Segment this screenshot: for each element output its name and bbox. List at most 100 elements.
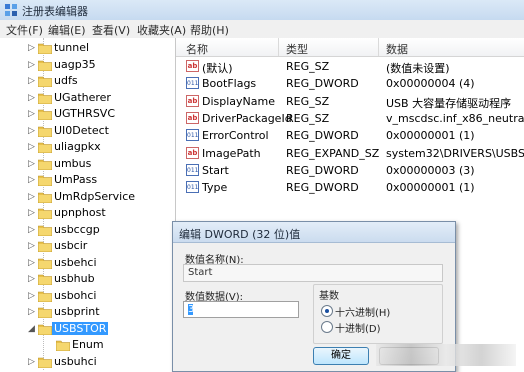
collapsed-arrow-icon[interactable]: ▷ (28, 175, 35, 185)
folder-icon (38, 175, 52, 186)
folder-icon (38, 142, 52, 153)
tree-item[interactable]: ▷ usbehci (0, 254, 175, 272)
value-type: REG_SZ (286, 94, 330, 108)
tree-item[interactable]: ▷ uagp35 (0, 56, 175, 74)
tree-item-label: UGatherer (54, 90, 111, 104)
folder-icon (38, 43, 52, 54)
value-name: Start (202, 163, 229, 177)
expanded-arrow-icon[interactable]: ◢ (28, 324, 35, 334)
column-divider[interactable] (278, 38, 279, 56)
radio-decimal[interactable] (321, 321, 333, 333)
tree-item[interactable]: ▷ upnphost (0, 204, 175, 222)
folder-icon (38, 192, 52, 203)
tree-item-label: upnphost (54, 206, 106, 219)
folder-icon (38, 208, 52, 219)
tree-item-label: uagp35 (54, 57, 96, 71)
collapsed-arrow-icon[interactable]: ▷ (28, 307, 35, 317)
collapsed-arrow-icon[interactable]: ▷ (28, 109, 35, 119)
registry-value-row[interactable]: 011 ErrorControl REG_DWORD 0x00000001 (1) (176, 127, 524, 144)
collapsed-arrow-icon[interactable]: ▷ (28, 76, 35, 86)
tree-item[interactable]: ▷ uliagpkx (0, 138, 175, 156)
folder-icon (38, 307, 52, 318)
radio-hex-label[interactable]: 十六进制(H) (335, 304, 390, 319)
value-data-input[interactable]: 3 (183, 301, 299, 318)
tree-item[interactable]: ▷ usbohci (0, 287, 175, 305)
value-data: 0x00000001 (1) (386, 181, 475, 195)
registry-value-row[interactable]: 011 Start REG_DWORD 0x00000003 (3) (176, 162, 524, 179)
menu-file[interactable]: 文件(F) (6, 22, 43, 38)
menu-help[interactable]: 帮助(H) (190, 22, 229, 38)
tree-item-label: Enum (72, 338, 104, 351)
radio-decimal-label[interactable]: 十进制(D) (335, 320, 381, 335)
registry-tree[interactable]: ▷ tunnel ▷ uagp35 ▷ udfs ▷ UGatherer ▷ UGTHRSVC ▷ U… (0, 38, 176, 370)
collapsed-arrow-icon[interactable]: ▷ (28, 60, 35, 70)
tree-item-label: UI0Detect (54, 123, 109, 137)
collapsed-arrow-icon[interactable]: ▷ (28, 126, 35, 136)
binary-value-icon: 011 (186, 77, 199, 90)
tree-item-label: tunnel (54, 41, 90, 54)
binary-value-icon: 011 (186, 163, 199, 176)
registry-value-row[interactable]: ab DisplayName REG_SZ USB 大容量存储驱动程序 (176, 93, 524, 110)
value-type: REG_DWORD (286, 163, 359, 177)
tree-item[interactable]: ▷ UmRdpService (0, 188, 175, 206)
registry-value-row[interactable]: ab (默认) REG_SZ (数值未设置) (176, 58, 524, 75)
tree-item-label: udfs (54, 74, 78, 87)
menu-favorites[interactable]: 收藏夹(A) (137, 22, 186, 38)
value-name: DisplayName (202, 94, 275, 108)
tree-item[interactable]: ▷ usbuhci (0, 353, 175, 371)
folder-icon (38, 126, 52, 137)
radio-hex[interactable] (321, 305, 333, 317)
tree-item[interactable]: ▷ usbccgp (0, 221, 175, 239)
value-data: 0x00000004 (4) (386, 77, 475, 91)
column-header-data[interactable]: 数据 (386, 41, 408, 57)
column-divider[interactable] (378, 38, 379, 56)
collapsed-arrow-icon[interactable]: ▷ (28, 258, 35, 268)
value-name: DriverPackageId (202, 111, 292, 125)
tree-item[interactable]: ▷ umbus (0, 155, 175, 173)
registry-value-row[interactable]: ab ImagePath REG_EXPAND_SZ system32\DRIVERS… (176, 145, 524, 162)
tree-item-label: uliagpkx (54, 140, 101, 153)
tree-item[interactable]: ▷ UGatherer (0, 89, 175, 107)
tree-item-label: UGTHRSVC (54, 107, 116, 120)
registry-value-row[interactable]: 011 Type REG_DWORD 0x00000001 (1) (176, 179, 524, 196)
collapsed-arrow-icon[interactable]: ▷ (28, 142, 35, 152)
column-header-type[interactable]: 类型 (286, 41, 308, 57)
registry-value-row[interactable]: ab DriverPackageId REG_SZ v_mscdsc.inf_x86_… (176, 110, 524, 127)
tree-item[interactable]: ▷ UGTHRSVC (0, 105, 175, 123)
collapsed-arrow-icon[interactable]: ▷ (28, 274, 35, 284)
tree-item[interactable]: ▷ usbprint (0, 303, 175, 321)
value-name: Type (202, 181, 228, 195)
binary-value-icon: 011 (186, 181, 199, 194)
collapsed-arrow-icon[interactable]: ▷ (28, 225, 35, 235)
tree-item[interactable]: ▷ udfs (0, 72, 175, 90)
collapsed-arrow-icon[interactable]: ▷ (28, 241, 35, 251)
column-header-name[interactable]: 名称 (186, 41, 208, 57)
ok-button[interactable]: 确定 (313, 347, 369, 365)
tree-item[interactable]: ▷ tunnel (0, 39, 175, 57)
folder-icon (38, 93, 52, 104)
string-value-icon: ab (186, 111, 199, 124)
collapsed-arrow-icon[interactable]: ▷ (28, 208, 35, 218)
tree-item[interactable]: ▷ UmPass (0, 171, 175, 189)
collapsed-arrow-icon[interactable]: ▷ (28, 357, 35, 367)
menu-view[interactable]: 查看(V) (92, 22, 130, 38)
collapsed-arrow-icon[interactable]: ▷ (28, 159, 35, 169)
registry-value-row[interactable]: 011 BootFlags REG_DWORD 0x00000004 (4) (176, 75, 524, 92)
menu-edit[interactable]: 编辑(E) (48, 22, 86, 38)
tree-item[interactable]: ▷ usbhub (0, 270, 175, 288)
tree-item[interactable]: ▷ usbcir (0, 237, 175, 255)
tree-item[interactable]: ◢ USBSTOR (0, 320, 175, 338)
string-value-icon: ab (186, 94, 199, 107)
tree-item-label: UmRdpService (54, 189, 136, 203)
tree-item[interactable]: ▷ UI0Detect (0, 122, 175, 140)
folder-icon (38, 357, 52, 368)
folder-icon (56, 340, 70, 351)
collapsed-arrow-icon[interactable]: ▷ (28, 93, 35, 103)
collapsed-arrow-icon[interactable]: ▷ (28, 291, 35, 301)
collapsed-arrow-icon[interactable]: ▷ (28, 43, 35, 53)
dialog-title-bar[interactable]: 编辑 DWORD (32 位)值 (173, 222, 455, 243)
collapsed-arrow-icon[interactable]: ▷ (28, 192, 35, 202)
folder-icon (38, 291, 52, 302)
tree-item[interactable]: ▷Enum (0, 336, 175, 354)
open-folder-icon (38, 324, 52, 335)
